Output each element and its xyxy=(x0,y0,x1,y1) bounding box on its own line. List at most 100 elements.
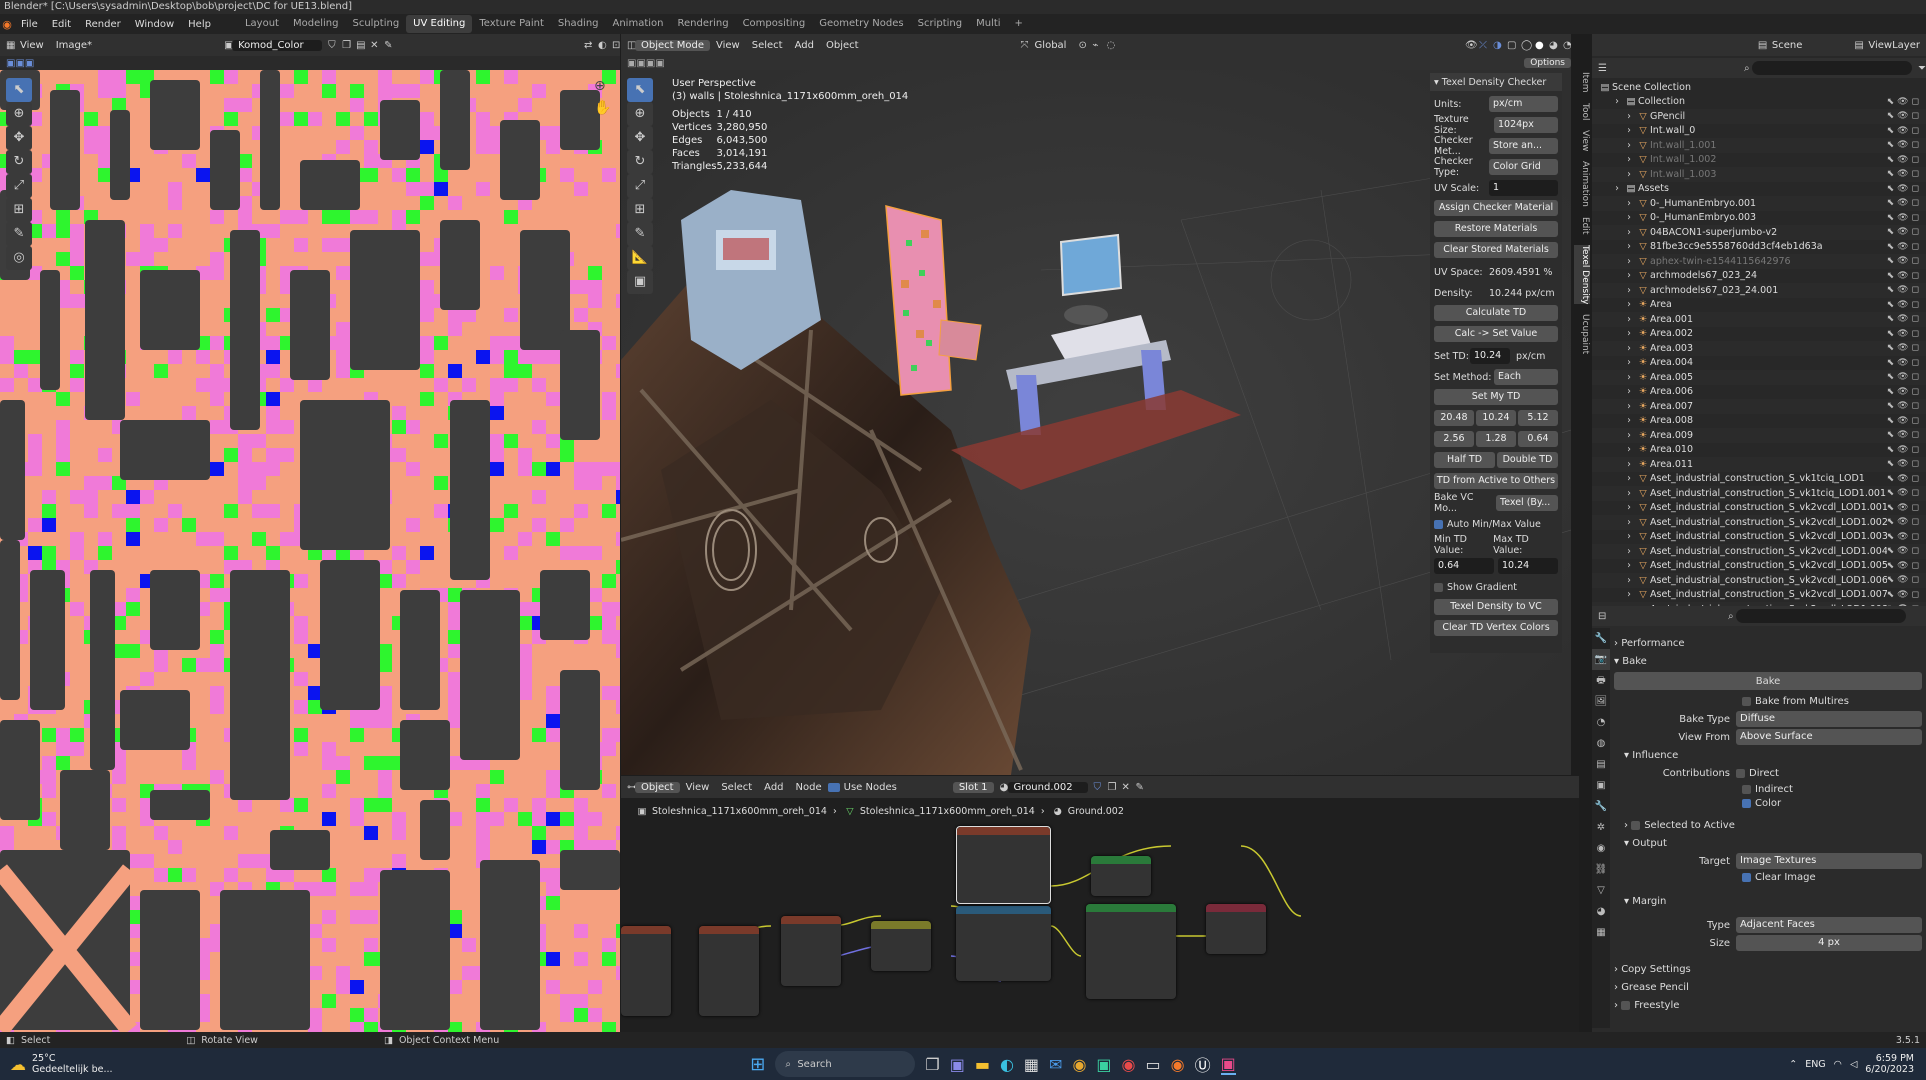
rotate-tool-icon[interactable]: ↻ xyxy=(627,150,653,174)
scale-tool-icon[interactable]: ⤢ xyxy=(6,174,32,198)
outliner-item[interactable]: › ▽ Int.wall_1.001 ⬉👁◻ xyxy=(1592,138,1926,153)
file-explorer-icon[interactable]: ▬ xyxy=(975,1055,990,1074)
outliner-item[interactable]: › ☀ Area.001 ⬉👁◻ xyxy=(1592,312,1926,327)
visibility-toggle-icon[interactable]: ⬉👁◻ xyxy=(1887,140,1926,150)
show-gradient-checkbox[interactable] xyxy=(1434,582,1443,592)
copy-settings-header[interactable]: › Copy Settings xyxy=(1614,960,1922,978)
panel-header[interactable]: ▾ Texel Density Checker xyxy=(1430,73,1562,91)
expand-arrow-icon[interactable]: › xyxy=(1622,488,1636,499)
expand-arrow-icon[interactable]: › xyxy=(1622,517,1636,528)
search-icon[interactable]: ⌕ xyxy=(1738,63,1752,74)
outliner-item[interactable]: › ☀ Area.002 ⬉👁◻ xyxy=(1592,327,1926,342)
expand-arrow-icon[interactable]: › xyxy=(1622,386,1636,397)
expand-arrow-icon[interactable]: › xyxy=(1622,140,1636,151)
data-tab-icon[interactable]: ▽ xyxy=(1592,880,1610,901)
visibility-toggle-icon[interactable]: ⬉👁◻ xyxy=(1887,97,1926,107)
app-icon[interactable]: ▣ xyxy=(1096,1055,1111,1074)
gizmo-icon[interactable]: ⤫ xyxy=(1473,40,1487,51)
material-tab-icon[interactable]: ◕ xyxy=(1592,901,1610,922)
bake-vc-dropdown[interactable]: Texel (By... xyxy=(1496,495,1558,511)
checker-method-dropdown[interactable]: Store an... xyxy=(1489,138,1558,154)
outliner-item[interactable]: › ▽ Int.wall_1.003 ⬉👁◻ xyxy=(1592,167,1926,182)
add-workspace-icon[interactable]: + xyxy=(1008,15,1030,33)
menu-file[interactable]: File xyxy=(14,19,45,30)
uv-editor[interactable]: ▦ View Image* ▣ Komod_Color ⛉ ❐ ▤ ✕ ✎ ⇄ … xyxy=(0,34,620,1032)
transform-tool-icon[interactable]: ⊞ xyxy=(6,198,32,222)
outliner-item[interactable]: ›▽Aset_industrial_construction_S_vk2vcdl… xyxy=(1592,544,1926,559)
outliner-item[interactable]: › ▽ 0-_HumanEmbryo.003 ⬉👁◻ xyxy=(1592,211,1926,226)
units-dropdown[interactable]: px/cm xyxy=(1489,96,1558,112)
preset-button[interactable]: 10.24 xyxy=(1476,410,1516,426)
annotate-tool-icon[interactable]: ✎ xyxy=(6,222,32,246)
fake-user-icon[interactable]: ⛉ xyxy=(322,40,336,51)
outliner-item[interactable]: › ☀ Area.008 ⬉👁◻ xyxy=(1592,414,1926,429)
tab-layout[interactable]: Layout xyxy=(238,15,286,33)
scene-name[interactable]: Scene xyxy=(1766,40,1809,51)
outliner-item[interactable]: ›▽Aset_industrial_construction_S_vk2vcdl… xyxy=(1592,588,1926,603)
set-my-td-button[interactable]: Set My TD xyxy=(1434,389,1558,405)
output-subpanel-header[interactable]: ▾ Output xyxy=(1614,834,1922,852)
modifier-tab-icon[interactable]: 🔧 xyxy=(1592,796,1610,817)
visibility-toggle-icon[interactable]: ⬉👁◻ xyxy=(1887,227,1926,237)
outliner-item[interactable]: › ▽ 04BACON1-superjumbo-v2 ⬉👁◻ xyxy=(1592,225,1926,240)
visibility-toggle-icon[interactable]: ⬉👁◻ xyxy=(1887,314,1926,324)
pan-hand-icon[interactable]: ✋ xyxy=(594,100,611,116)
checker-type-dropdown[interactable]: Color Grid xyxy=(1489,159,1558,175)
expand-arrow-icon[interactable]: › xyxy=(1622,125,1636,136)
outliner-item[interactable]: ›▽Aset_industrial_construction_S_vk2vcdl… xyxy=(1592,530,1926,545)
edge-icon[interactable]: ◐ xyxy=(1000,1055,1014,1074)
expand-arrow-icon[interactable]: › xyxy=(1622,111,1636,122)
tool-tab-icon[interactable]: 🔧 xyxy=(1592,628,1610,649)
outliner-item[interactable]: › ▽ Aset_industrial_construction_S_vk1tciq… xyxy=(1592,472,1926,487)
outliner-item[interactable]: › ▽ archmodels67_023_24.001 ⬉👁◻ xyxy=(1592,283,1926,298)
visibility-toggle-icon[interactable]: ⬉👁◻ xyxy=(1887,184,1926,194)
new-image-icon[interactable]: ❐ xyxy=(336,40,351,51)
expand-arrow-icon[interactable]: › xyxy=(1622,502,1636,513)
options-dropdown[interactable]: Options xyxy=(1524,58,1571,68)
shader-node[interactable] xyxy=(699,926,759,1016)
outliner-item[interactable]: › ▽ Aset_industrial_construction_S_vk1tciq… xyxy=(1592,486,1926,501)
expand-arrow-icon[interactable]: › xyxy=(1622,589,1636,600)
visibility-toggle-icon[interactable]: ⬉👁◻ xyxy=(1887,401,1926,411)
outliner-item[interactable]: ›▽Aset_industrial_construction_S_vk2vcdl… xyxy=(1592,501,1926,516)
node-node-menu[interactable]: Node xyxy=(790,782,828,793)
outliner-item[interactable]: › ☀ Area.005 ⬉👁◻ xyxy=(1592,370,1926,385)
select-tool-icon[interactable]: ⬉ xyxy=(6,78,32,102)
expand-arrow-icon[interactable]: › xyxy=(1622,531,1636,542)
td-active-to-others-button[interactable]: TD from Active to Others xyxy=(1434,473,1558,489)
preset-button[interactable]: 1.28 xyxy=(1476,431,1516,447)
margin-subpanel-header[interactable]: ▾ Margin xyxy=(1614,892,1922,910)
shading-rendered-icon[interactable]: ◔ xyxy=(1557,40,1571,51)
expand-arrow-icon[interactable]: › xyxy=(1622,444,1636,455)
expand-arrow-icon[interactable]: › xyxy=(1622,372,1636,383)
assign-checker-button[interactable]: Assign Checker Material xyxy=(1434,200,1558,216)
bake-multires-checkbox[interactable] xyxy=(1742,696,1751,706)
cursor-tool-icon[interactable]: ⊕ xyxy=(6,102,32,126)
editor-type-icon[interactable]: ⊶ xyxy=(621,782,637,793)
visibility-toggle-icon[interactable]: ⬉👁◻ xyxy=(1887,155,1926,165)
margin-size-field[interactable]: 4 px xyxy=(1736,935,1922,951)
tab-shading[interactable]: Shading xyxy=(551,15,606,33)
expand-arrow-icon[interactable]: › xyxy=(1622,459,1636,470)
bake-panel-header[interactable]: ▾ Bake xyxy=(1614,652,1922,670)
properties-search-input[interactable] xyxy=(1736,609,1906,623)
mail-icon[interactable]: ✉ xyxy=(1049,1055,1062,1074)
visibility-toggle-icon[interactable]: ⬉👁◻ xyxy=(1887,271,1926,281)
shading-wire-icon[interactable]: ◯ xyxy=(1515,40,1532,51)
visibility-toggle-icon[interactable]: ⬉👁◻ xyxy=(1887,169,1926,179)
freestyle-header[interactable]: › Freestyle xyxy=(1614,996,1922,1014)
tab-compositing[interactable]: Compositing xyxy=(736,15,813,33)
calc-set-value-button[interactable]: Calc -> Set Value xyxy=(1434,326,1558,342)
outliner-item[interactable]: ›▽Aset_industrial_construction_S_vk2vcdl… xyxy=(1592,559,1926,574)
restore-materials-button[interactable]: Restore Materials xyxy=(1434,221,1558,237)
tab-rendering[interactable]: Rendering xyxy=(670,15,735,33)
move-tool-icon[interactable]: ✥ xyxy=(6,126,32,150)
set-method-dropdown[interactable]: Each xyxy=(1494,369,1558,385)
node-select-menu[interactable]: Select xyxy=(715,782,758,793)
output-tab-icon[interactable]: 🖶 xyxy=(1592,670,1610,691)
image-name-field[interactable]: Komod_Color xyxy=(232,39,323,51)
node-view-menu[interactable]: View xyxy=(680,782,716,793)
selected-to-active-checkbox[interactable] xyxy=(1631,820,1641,830)
shader-node[interactable] xyxy=(781,916,841,986)
calculate-td-button[interactable]: Calculate TD xyxy=(1434,305,1558,321)
